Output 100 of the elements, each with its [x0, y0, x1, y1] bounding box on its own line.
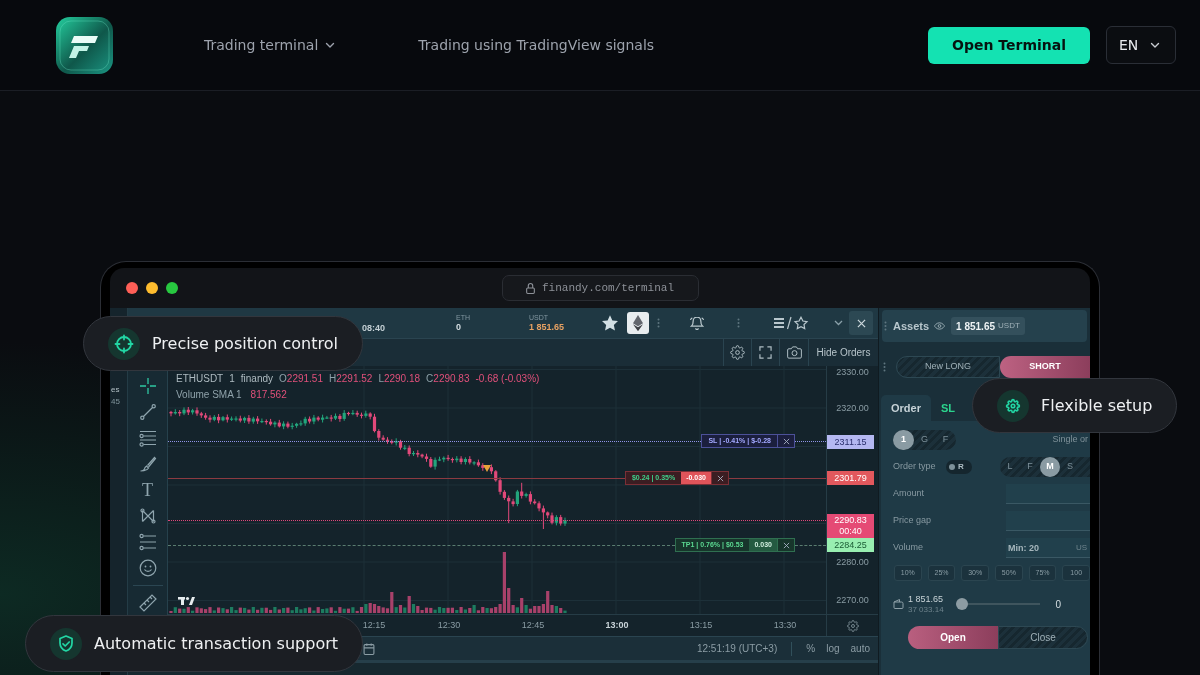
maximize-window-icon[interactable]: [166, 282, 178, 294]
close-icon: [856, 318, 866, 328]
camera-icon: [786, 346, 802, 359]
shield-check-icon: [50, 627, 82, 660]
pattern-tool-icon[interactable]: [138, 507, 157, 525]
wallet-icon: [893, 599, 904, 609]
clock-time: 12:51:19 (UTC+3): [696, 642, 778, 656]
close-icon: [782, 437, 790, 445]
logo-icon[interactable]: [56, 16, 113, 74]
action-option[interactable]: Open: [908, 626, 998, 649]
smiley-icon[interactable]: [138, 559, 157, 577]
direction-option[interactable]: New LONG: [896, 356, 1000, 378]
balance-value: 1 851.65: [956, 319, 995, 334]
time-tick: 12:45: [521, 620, 545, 631]
drag-handle-icon[interactable]: [883, 362, 886, 372]
action-option[interactable]: Close: [998, 626, 1088, 649]
time-tick: 13:30: [773, 620, 797, 631]
text-tool-button[interactable]: T: [138, 481, 157, 499]
price-tick: 2280.00: [835, 556, 870, 568]
scale-option[interactable]: log: [826, 641, 840, 656]
parallel-lines-icon[interactable]: [138, 533, 157, 551]
open-terminal-button[interactable]: Open Terminal: [928, 26, 1090, 64]
slider-value: 0: [1055, 597, 1062, 612]
split-mode-option[interactable]: F: [935, 430, 956, 450]
symbol-label: ETHUSDT: [176, 373, 224, 385]
time-value: 08:40: [362, 323, 387, 335]
trend-line-icon[interactable]: [138, 403, 157, 421]
price-tick: 2330.00: [835, 366, 870, 378]
field-label: Volume: [893, 541, 925, 555]
assets-label: Assets: [893, 318, 930, 334]
close-icon: [782, 541, 790, 549]
order-tab[interactable]: Order: [881, 395, 931, 421]
feature-label: Precise position control: [152, 332, 338, 355]
input-field[interactable]: [1006, 511, 1090, 531]
stop-loss-line: [795, 440, 826, 442]
gear-icon: [730, 345, 745, 360]
drag-handle-icon[interactable]: [737, 318, 740, 328]
input-field[interactable]: Min: 20: [1006, 538, 1072, 558]
drag-handle-icon[interactable]: [657, 318, 660, 328]
close-button[interactable]: [849, 311, 873, 335]
field-label: Amount: [893, 487, 926, 501]
drag-handle-icon[interactable]: [884, 321, 887, 331]
brush-icon[interactable]: [138, 455, 157, 473]
balance-amount: 1 851.65: [908, 594, 944, 605]
split-mode-option[interactable]: 1: [893, 430, 914, 450]
ohlc-value: L2290.18: [378, 373, 421, 385]
time-tick: 12:30: [437, 620, 461, 631]
star-icon[interactable]: [602, 315, 618, 331]
balance-value: 1 851.65: [529, 322, 566, 333]
time-tick: 13:15: [689, 620, 713, 631]
calendar-icon[interactable]: [363, 642, 375, 655]
take-profit-line: [795, 544, 826, 546]
ohlc-value: H2291.52: [329, 373, 373, 385]
cut-off-text: 45: [111, 397, 121, 406]
slider-thumb[interactable]: [955, 598, 968, 610]
time-tick: 13:00: [605, 620, 629, 631]
order-mode-option[interactable]: L: [1000, 457, 1020, 477]
direction-option[interactable]: SHORT: [1000, 356, 1090, 378]
knob-icon: [949, 464, 955, 470]
price-tick: 2270.00: [835, 594, 870, 606]
coin-logo-icon[interactable]: [627, 312, 649, 334]
bell-icon[interactable]: [690, 316, 704, 330]
order-mode-option[interactable]: S: [1060, 457, 1080, 477]
chart-logo-icon: [178, 596, 195, 605]
watchlist-icon[interactable]: [773, 316, 809, 330]
close-window-icon[interactable]: [126, 282, 138, 294]
countdown-timer: 00:40: [839, 526, 862, 537]
order-mode-label: Single or: [1052, 433, 1088, 447]
feature-label: Flexible setup: [1041, 394, 1153, 417]
indicator-label: Volume SMA 1: [176, 389, 242, 401]
eye-icon[interactable]: [934, 322, 946, 330]
scale-option[interactable]: auto: [850, 641, 870, 656]
ohlc-value: C2290.83: [426, 373, 470, 385]
nav-link[interactable]: Trading using TradingView signals: [418, 34, 655, 56]
chevron-down-icon[interactable]: [834, 320, 843, 326]
currency-label: USDT: [998, 320, 1020, 332]
minimize-window-icon[interactable]: [146, 282, 158, 294]
balance-value: 0: [456, 322, 462, 333]
price-value: 2284.25: [834, 539, 867, 551]
balance-secondary: 37 033.14: [908, 605, 944, 614]
crosshair-icon[interactable]: [138, 377, 157, 395]
split-mode-option[interactable]: G: [914, 430, 935, 450]
trade-marker-icon: [483, 465, 491, 472]
feature-label: Automatic transaction support: [94, 632, 339, 655]
nav-dropdown[interactable]: Trading terminal: [204, 34, 337, 56]
input-field[interactable]: [1006, 484, 1090, 504]
order-type-switch[interactable]: R: [946, 460, 972, 474]
scale-option[interactable]: %: [806, 641, 816, 656]
source-label: finandy: [240, 373, 274, 385]
level-lines-icon[interactable]: [138, 429, 157, 447]
order-mode-option[interactable]: M: [1040, 457, 1060, 477]
price-tick: 2320.00: [835, 402, 870, 414]
ohlc-value: O2291.51: [279, 373, 323, 385]
gear-icon[interactable]: [846, 619, 859, 632]
ruler-icon[interactable]: [138, 594, 157, 612]
price-change: -0.68 (-0.03%): [475, 373, 540, 385]
order-mode-option[interactable]: F: [1020, 457, 1040, 477]
language-selector[interactable]: EN: [1106, 26, 1176, 64]
order-tab[interactable]: SL: [930, 395, 966, 421]
address-bar[interactable]: finandy.com/terminal: [501, 275, 699, 301]
